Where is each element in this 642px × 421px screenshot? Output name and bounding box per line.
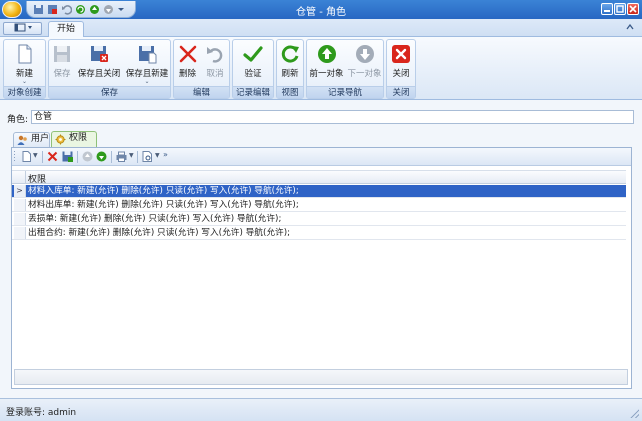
grid-save-icon[interactable] [62, 151, 73, 162]
group-label: 记录导航 [307, 86, 383, 98]
grid-new-dropdown-icon[interactable]: ▼ [33, 152, 38, 159]
group-save: 保存 保存且关闭 保存且新建 ⌄ 保存 [48, 39, 171, 99]
row-indicator-icon: > [14, 185, 26, 197]
new-dropdown-icon[interactable]: ⌄ [5, 79, 44, 85]
minimize-icon [604, 10, 610, 12]
role-label: 角色: [7, 115, 29, 125]
save-button[interactable]: 保存 [50, 41, 74, 86]
group-close: 关闭 关闭 [386, 39, 416, 99]
app-menu-button[interactable] [3, 22, 42, 35]
table-row[interactable]: 丢损单: 新建(允许) 删除(允许) 只读(允许) 写入(允许) 导航(允许); [12, 213, 626, 226]
save-close-button[interactable]: 保存且关闭 [76, 41, 122, 86]
group-label: 记录编辑 [233, 86, 273, 98]
validate-button[interactable]: 验证 [234, 41, 272, 86]
status-login-account: 登录账号: admin [6, 408, 77, 418]
grid-print-icon[interactable] [116, 151, 127, 162]
tab-users-label: 用户 [31, 134, 50, 144]
grid-new-icon[interactable] [21, 151, 32, 162]
separator [77, 151, 78, 163]
maximize-button[interactable] [614, 3, 626, 15]
prev-object-button[interactable]: 前一对象 [308, 41, 345, 86]
table-cell: 出租合约: 新建(允许) 删除(允许) 只读(允许) 写入(允许) 导航(允许)… [28, 228, 291, 238]
role-input[interactable]: 仓管 [31, 110, 634, 124]
undo-icon [207, 47, 223, 63]
refresh-icon [281, 45, 299, 63]
grid-prev-icon[interactable] [82, 151, 93, 162]
grid-header: 权限 [12, 170, 626, 185]
close-window-button[interactable] [627, 3, 639, 15]
table-row[interactable]: 材料出库单: 新建(允许) 删除(允许) 只读(允许) 写入(允许) 导航(允许… [12, 199, 626, 212]
ribbon-collapse-icon[interactable] [626, 23, 634, 32]
users-icon [17, 135, 27, 145]
group-record-edit: 验证 记录编辑 [232, 39, 274, 99]
row-indicator [14, 227, 26, 239]
refresh-button[interactable]: 刷新 [278, 41, 302, 86]
table-cell: 丢损单: 新建(允许) 删除(允许) 只读(允许) 写入(允许) 导航(允许); [28, 214, 282, 224]
separator [111, 151, 112, 163]
maximize-icon [616, 5, 624, 13]
title-bar: 仓管 - 角色 [0, 0, 642, 19]
permissions-panel: ▼ ▼ ▼ » 权限 > 材料入库单: 新建(允许) 删除(允许) 只读(允许)… [11, 147, 632, 389]
resize-grip-icon[interactable] [630, 409, 639, 418]
close-icon [629, 5, 637, 13]
group-label: 视图 [277, 86, 303, 98]
arrow-up-icon [317, 45, 336, 63]
save-new-icon [139, 46, 157, 64]
ribbon: 新建 ⌄ 对象创建 保存 保存且关闭 保存且新建 ⌄ 保存 删除 取消 编辑 验… [0, 37, 642, 100]
group-label: 关闭 [387, 86, 415, 98]
save-new-button[interactable]: 保存且新建 ⌄ [124, 41, 170, 86]
permissions-icon [55, 134, 66, 145]
group-label: 编辑 [174, 86, 229, 98]
tab-permissions[interactable]: 权限 [51, 131, 97, 148]
group-label: 对象创建 [4, 86, 45, 98]
separator [137, 151, 138, 163]
new-document-icon [18, 44, 31, 64]
column-header-permissions[interactable]: 权限 [28, 172, 46, 185]
minimize-button[interactable] [601, 3, 613, 15]
checkmark-icon [243, 46, 263, 62]
status-bar: 登录账号: admin [0, 398, 642, 421]
toolbar-grip [14, 151, 15, 163]
separator [42, 151, 43, 163]
window-title: 仓管 - 角色 [296, 7, 346, 18]
grid-footer [14, 369, 628, 385]
row-indicator [14, 213, 26, 225]
grid-options-icon[interactable] [142, 151, 153, 162]
next-object-button[interactable]: 下一对象 [346, 41, 383, 86]
grid-print-dropdown-icon[interactable]: ▼ [129, 152, 134, 159]
table-row[interactable]: 出租合约: 新建(允许) 删除(允许) 只读(允许) 写入(允许) 导航(允许)… [12, 227, 626, 240]
grid-toolbar: ▼ ▼ ▼ » [12, 148, 631, 166]
toolbar-overflow-icon[interactable]: » [163, 150, 168, 159]
table-cell: 材料入库单: 新建(允许) 删除(允许) 只读(允许) 写入(允许) 导航(允许… [28, 186, 299, 196]
row-indicator [14, 199, 26, 211]
new-button[interactable]: 新建 ⌄ [5, 41, 44, 86]
delete-x-icon [179, 45, 196, 63]
tab-users[interactable]: 用户 [13, 132, 50, 147]
group-object-create: 新建 ⌄ 对象创建 [3, 39, 46, 99]
ribbon-tab-row: 开始 [0, 19, 642, 38]
save-icon [54, 46, 70, 62]
close-button[interactable]: 关闭 [388, 41, 414, 86]
tab-home[interactable]: 开始 [48, 21, 84, 38]
delete-button[interactable]: 删除 [175, 41, 200, 86]
group-label: 保存 [49, 86, 170, 98]
group-record-nav: 前一对象 下一对象 记录导航 [306, 39, 384, 99]
close-red-icon [392, 45, 410, 63]
table-row[interactable]: > 材料入库单: 新建(允许) 删除(允许) 只读(允许) 写入(允许) 导航(… [12, 185, 626, 198]
group-edit: 删除 取消 编辑 [173, 39, 230, 99]
tab-permissions-label: 权限 [69, 133, 88, 143]
group-view: 刷新 视图 [276, 39, 304, 99]
cancel-button[interactable]: 取消 [202, 41, 228, 86]
grid-next-icon[interactable] [96, 151, 107, 162]
arrow-down-icon [355, 45, 374, 63]
app-menu-icon [14, 23, 32, 32]
grid-options-dropdown-icon[interactable]: ▼ [155, 152, 160, 159]
save-new-dropdown-icon[interactable]: ⌄ [124, 79, 170, 85]
header-indicator-cell [14, 171, 26, 184]
save-close-icon [91, 46, 108, 62]
table-cell: 材料出库单: 新建(允许) 删除(允许) 只读(允许) 写入(允许) 导航(允许… [28, 200, 299, 210]
grid-delete-icon[interactable] [47, 151, 58, 162]
